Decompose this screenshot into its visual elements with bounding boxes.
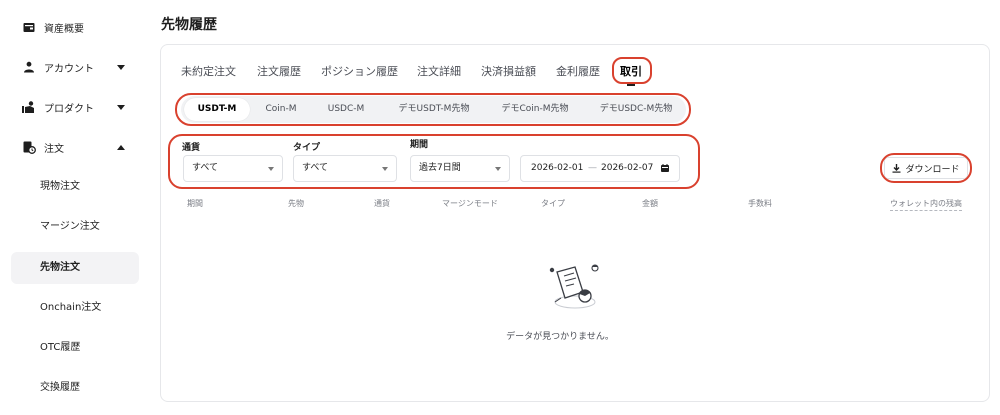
highlight-active-tab [612, 57, 652, 84]
column-header-currency: 通貨 [374, 199, 390, 208]
sidebar: 資産概要 アカウント プロダクト 注文 現物注文 マージン注文 先物注文 Onc… [0, 0, 150, 415]
column-header-margin-mode: マージンモード [442, 199, 498, 208]
tab-funding-history[interactable]: 金利履歴 [556, 64, 600, 80]
chevron-down-icon[interactable] [116, 102, 126, 112]
column-header-fee: 手数料 [748, 199, 772, 208]
sidebar-subitem-otc-history[interactable]: OTC履歴 [40, 338, 80, 358]
column-header-amount: 金額 [642, 199, 658, 208]
chevron-up-icon[interactable] [116, 142, 126, 152]
sidebar-item-label: 資産概要 [44, 23, 84, 35]
sidebar-subitem-margin-orders[interactable]: マージン注文 [40, 217, 100, 237]
tab-order-details[interactable]: 注文詳細 [417, 64, 461, 80]
sidebar-item-label: 注文 [44, 143, 64, 155]
sidebar-subitem-futures-orders[interactable]: 先物注文 [40, 258, 80, 278]
order-icon [22, 140, 36, 154]
column-header-wallet-balance[interactable]: ウォレット内の残高 [890, 198, 962, 211]
sidebar-item-label: アカウント [44, 63, 94, 75]
sidebar-subitem-spot-orders[interactable]: 現物注文 [40, 177, 80, 197]
sidebar-item-label: プロダクト [44, 103, 94, 115]
chevron-down-icon[interactable] [116, 62, 126, 72]
column-header-period: 期間 [187, 199, 203, 208]
empty-state-icon [545, 258, 603, 318]
sidebar-item-product[interactable]: プロダクト [22, 97, 125, 117]
highlight-segments [175, 93, 691, 126]
sidebar-item-orders[interactable]: 注文 [22, 137, 125, 157]
sidebar-subitem-exchange-history[interactable]: 交換履歴 [40, 378, 80, 398]
highlight-filters [168, 134, 700, 189]
tab-realized-pnl[interactable]: 決済損益額 [481, 64, 536, 80]
highlight-download [880, 153, 972, 183]
empty-state-message: データが見つかりません。 [506, 332, 614, 342]
active-tab-indicator [627, 84, 635, 86]
user-icon [22, 60, 36, 74]
column-header-type: タイプ [541, 199, 565, 208]
page-title: 先物履歴 [161, 17, 217, 33]
tab-order-history[interactable]: 注文履歴 [257, 64, 301, 80]
sidebar-item-assets[interactable]: 資産概要 [22, 17, 84, 37]
sidebar-subitem-onchain-orders[interactable]: Onchain注文 [40, 298, 101, 318]
tab-open-orders[interactable]: 未約定注文 [181, 64, 236, 80]
sidebar-item-account[interactable]: アカウント [22, 57, 125, 77]
wallet-icon [22, 20, 36, 34]
column-header-futures: 先物 [288, 199, 304, 208]
tab-position-history[interactable]: ポジション履歴 [321, 64, 398, 80]
product-icon [22, 100, 36, 114]
